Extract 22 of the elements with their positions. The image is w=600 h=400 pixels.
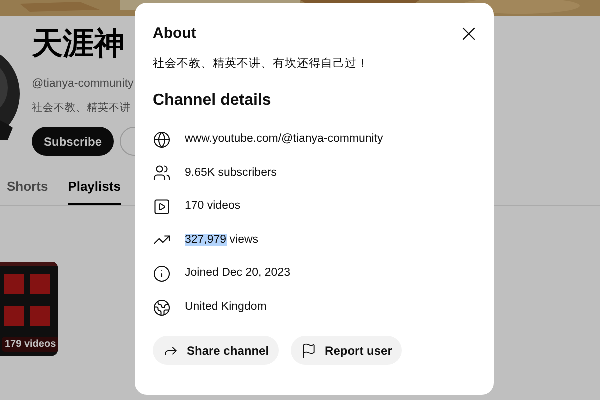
dialog-title: About bbox=[153, 24, 196, 44]
subscribe-button[interactable]: Subscribe bbox=[32, 127, 114, 156]
globe-icon bbox=[153, 130, 171, 149]
detail-text: 9.65K subscribers bbox=[185, 166, 278, 181]
globe-icon bbox=[153, 298, 171, 317]
channel-description: 社会不教、精英不讲 bbox=[32, 101, 131, 116]
people-icon bbox=[153, 164, 171, 182]
video-count-badge: 179 videos bbox=[2, 337, 58, 352]
detail-text: 170 videos bbox=[185, 199, 241, 214]
detail-text: 327,979 views bbox=[185, 232, 259, 248]
channel-link[interactable]: www.youtube.com/@tianya-community bbox=[185, 130, 384, 148]
section-heading: Channel details bbox=[153, 90, 272, 111]
about-description: 社会不教、精英不讲、有坎还得自己过！ bbox=[153, 56, 370, 72]
play-icon bbox=[153, 198, 171, 216]
channel-tab[interactable]: Shorts bbox=[7, 170, 48, 205]
detail-text: United Kingdom bbox=[185, 300, 267, 315]
channel-handle: @tianya-community bbox=[32, 77, 134, 92]
info-icon bbox=[153, 264, 171, 283]
share-channel-button[interactable]: Share channel bbox=[153, 336, 280, 366]
report-user-button[interactable]: Report user bbox=[291, 336, 402, 366]
flag-icon bbox=[301, 342, 318, 359]
detail-text: Joined Dec 20, 2023 bbox=[185, 266, 290, 282]
